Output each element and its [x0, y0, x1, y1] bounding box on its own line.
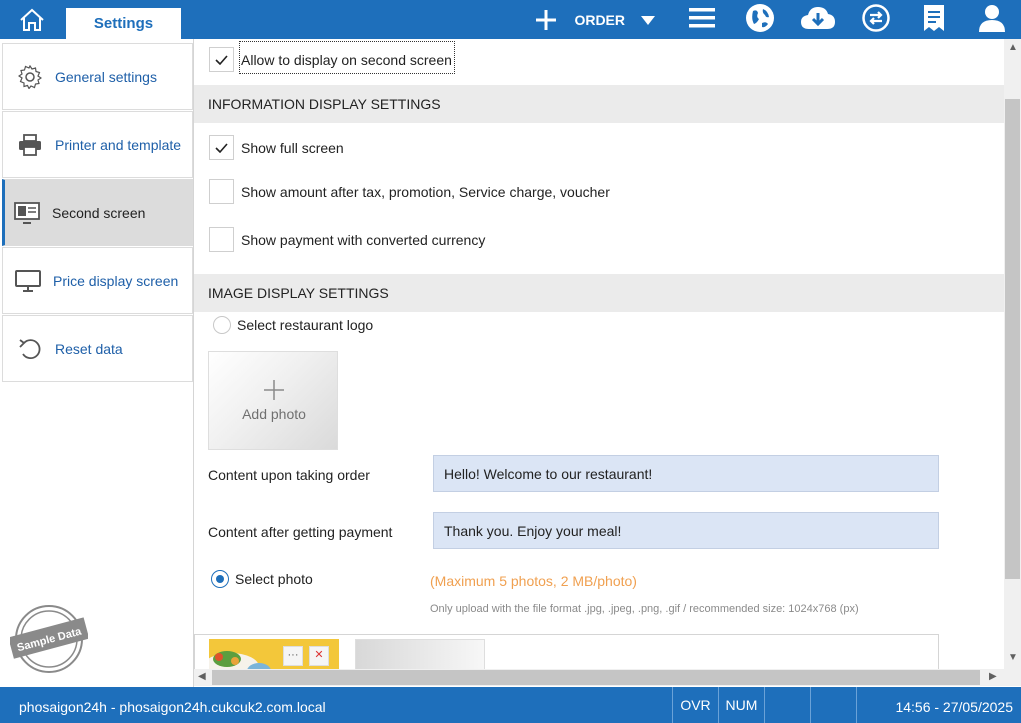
sidebar-item-printer-and-template[interactable]: Printer and template [2, 111, 193, 178]
second-screen-icon [14, 200, 40, 226]
home-button[interactable] [6, 3, 58, 39]
content-order-input[interactable] [433, 455, 939, 492]
download-button[interactable] [789, 0, 847, 39]
sidebar-item-label: Printer and template [55, 136, 182, 153]
allow-second-screen-checkbox[interactable] [209, 47, 234, 72]
vertical-scroll-thumb[interactable] [1005, 99, 1020, 579]
photo-thumbnail-strip: ··· ✕ [194, 634, 939, 669]
sidebar-item-reset-data[interactable]: Reset data [2, 315, 193, 382]
plus-icon [535, 9, 557, 31]
sync-icon [862, 4, 890, 35]
account-button[interactable] [963, 0, 1021, 39]
vertical-scrollbar[interactable]: ▲ ▼ [1004, 39, 1021, 669]
show-full-screen-label: Show full screen [241, 140, 344, 156]
restaurant-logo-label: Select restaurant logo [237, 317, 374, 333]
empty-photo-slot[interactable] [355, 639, 485, 669]
top-toolbar: ORDER [535, 0, 1021, 39]
date-time: 14:56 - 27/05/2025 [895, 699, 1013, 715]
second-screen-settings-panel: Allow to display on second screen INFORM… [194, 39, 1004, 669]
show-amount-after-tax-checkbox[interactable] [209, 179, 234, 204]
status-cell-empty [810, 687, 856, 723]
reset-icon [17, 336, 43, 362]
scrollbar-corner [1004, 669, 1021, 686]
printer-icon [17, 132, 43, 158]
sidebar-item-label: Reset data [55, 340, 123, 357]
scroll-up-icon[interactable]: ▲ [1008, 42, 1018, 53]
select-photo-radio[interactable] [211, 570, 229, 588]
select-photo-label: Select photo [235, 571, 313, 587]
sync-button[interactable] [847, 0, 905, 39]
show-full-screen-checkbox[interactable] [209, 135, 234, 160]
plus-icon [264, 380, 284, 403]
menu-button[interactable] [673, 0, 731, 39]
allow-second-screen-label: Allow to display on second screen [241, 52, 452, 68]
monitor-icon [15, 268, 41, 294]
restaurant-logo-radio[interactable] [213, 316, 231, 334]
order-button[interactable]: ORDER [535, 0, 655, 39]
sidebar-item-price-display-screen[interactable]: Price display screen [2, 247, 193, 314]
globe-icon [745, 3, 775, 36]
content-payment-label: Content after getting payment [208, 524, 393, 540]
photo-thumbnail[interactable]: ··· ✕ [209, 639, 339, 669]
sidebar-item-label: General settings [55, 68, 157, 85]
checkmark-icon [215, 52, 228, 68]
receipt-icon [923, 4, 945, 35]
menu-icon [689, 7, 715, 32]
scroll-down-icon[interactable]: ▼ [1008, 652, 1018, 663]
num-indicator: NUM [718, 687, 764, 723]
max-photos-note: (Maximum 5 photos, 2 MB/photo) [430, 573, 637, 589]
settings-sidebar: General settings Printer and template Se… [0, 39, 194, 687]
add-photo-label: Add photo [242, 406, 306, 422]
status-divider [856, 687, 857, 723]
receipt-button[interactable] [905, 0, 963, 39]
information-display-settings-header: INFORMATION DISPLAY SETTINGS [194, 85, 1004, 123]
order-label: ORDER [574, 11, 625, 28]
content-payment-input[interactable] [433, 512, 939, 549]
dropdown-arrow-icon[interactable] [641, 12, 655, 28]
show-converted-currency-label: Show payment with converted currency [241, 232, 486, 248]
show-amount-after-tax-label: Show amount after tax, promotion, Servic… [241, 184, 610, 200]
sidebar-item-label: Second screen [52, 204, 146, 221]
top-bar: Settings ORDER [0, 0, 1021, 39]
scroll-right-icon[interactable]: ▶ [989, 671, 997, 682]
photo-delete-button[interactable]: ✕ [309, 646, 329, 666]
add-photo-button[interactable]: Add photo [208, 351, 338, 450]
sample-data-watermark: Sample Data [8, 605, 90, 673]
host-name: phosaigon24h - phosaigon24h.cukcuk2.com.… [19, 699, 326, 715]
show-converted-currency-checkbox[interactable] [209, 227, 234, 252]
status-bar: phosaigon24h - phosaigon24h.cukcuk2.com.… [0, 687, 1021, 723]
home-icon [19, 8, 45, 35]
user-icon [979, 4, 1005, 35]
content-order-label: Content upon taking order [208, 467, 370, 483]
checkmark-icon [215, 140, 228, 156]
tab-settings[interactable]: Settings [66, 8, 181, 39]
photo-more-button[interactable]: ··· [283, 646, 303, 666]
scroll-left-icon[interactable]: ◀ [198, 671, 206, 682]
file-format-note: Only upload with the file format .jpg, .… [430, 603, 859, 615]
horizontal-scrollbar[interactable]: ◀ ▶ [194, 669, 1004, 686]
language-button[interactable] [731, 0, 789, 39]
ovr-indicator: OVR [672, 687, 718, 723]
sidebar-item-second-screen[interactable]: Second screen [2, 179, 193, 246]
sidebar-item-general-settings[interactable]: General settings [2, 43, 193, 110]
gear-icon [17, 64, 43, 90]
cloud-download-icon [800, 5, 836, 34]
status-cell-empty [764, 687, 810, 723]
sidebar-item-label: Price display screen [53, 272, 179, 289]
horizontal-scroll-thumb[interactable] [212, 670, 980, 685]
image-display-settings-header: IMAGE DISPLAY SETTINGS [194, 274, 1004, 312]
